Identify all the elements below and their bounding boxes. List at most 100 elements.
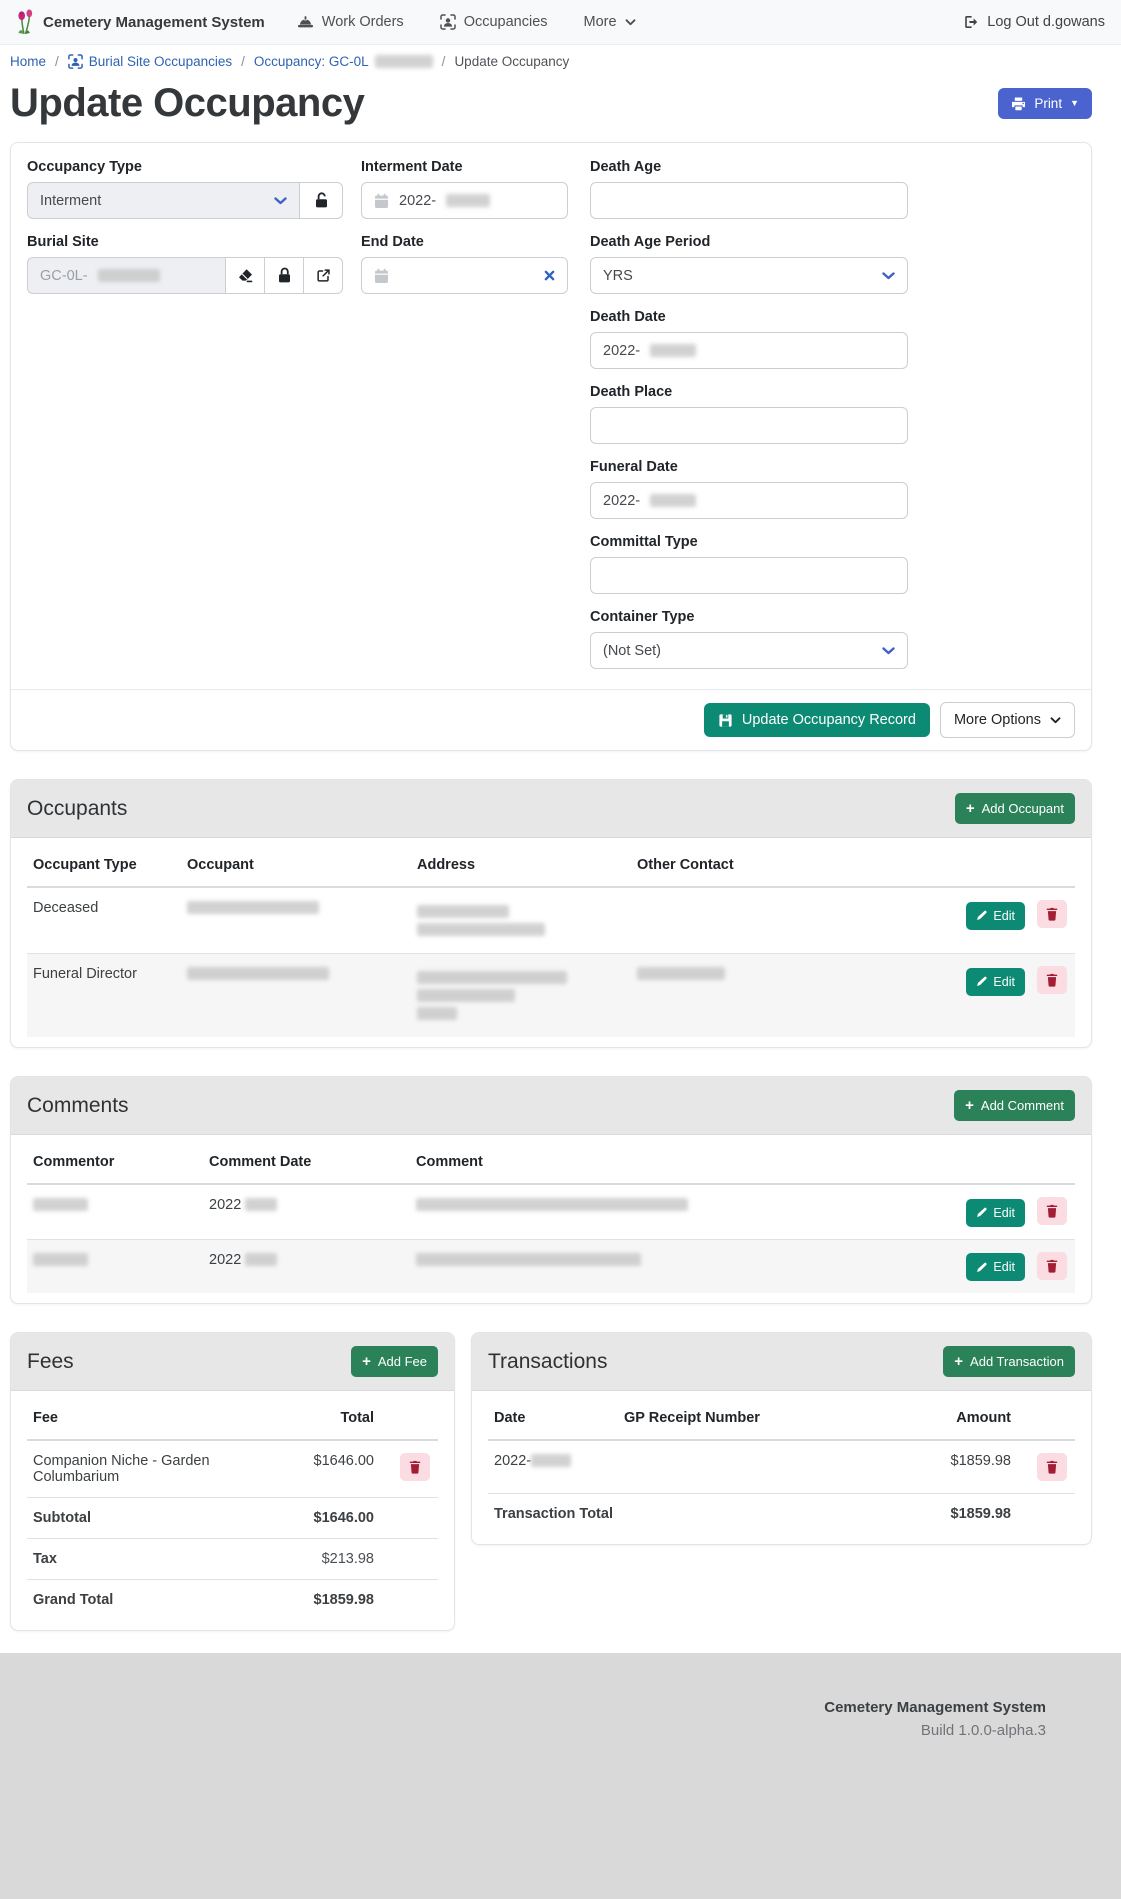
fee-total-cell: $1646.00 (306, 1440, 382, 1498)
occupancy-type-select[interactable]: Interment (27, 182, 300, 219)
subtotal-label: Subtotal (27, 1498, 306, 1539)
column-header: Amount (878, 1397, 1019, 1440)
comment-date-cell: 2022 (201, 1239, 408, 1293)
edit-occupant-button[interactable]: Edit (966, 968, 1025, 996)
logout-label: Log Out d.gowans (987, 14, 1105, 30)
fees-table: Fee Total Companion Niche - Garden Colum… (27, 1397, 438, 1620)
x-clear-icon (544, 270, 555, 281)
transaction-amount-cell: $1859.98 (878, 1440, 1019, 1494)
edit-comment-button[interactable]: Edit (966, 1199, 1025, 1227)
update-occupancy-record-button[interactable]: Update Occupancy Record (704, 703, 930, 737)
occupants-table: Occupant Type Occupant Address Other Con… (27, 844, 1075, 1037)
print-button[interactable]: Print ▼ (998, 88, 1092, 119)
add-comment-button[interactable]: + Add Comment (954, 1090, 1075, 1121)
brand-link[interactable]: Cemetery Management System (16, 9, 265, 36)
death-place-input[interactable] (590, 407, 908, 444)
death-age-input[interactable] (590, 182, 908, 219)
burial-site-lock-button[interactable] (264, 257, 304, 294)
fees-title: Fees (27, 1350, 74, 1374)
plus-icon: + (362, 1354, 371, 1369)
gp-receipt-cell (616, 1440, 878, 1494)
comment-cell (408, 1239, 883, 1293)
end-date-label: End Date (361, 234, 568, 250)
add-fee-button[interactable]: + Add Fee (351, 1346, 438, 1377)
breadcrumb-occupancy[interactable]: Occupancy: GC-0L (254, 54, 433, 69)
edit-occupant-button[interactable]: Edit (966, 902, 1025, 930)
redacted-text (245, 1253, 277, 1266)
container-type-select[interactable]: (Not Set) (590, 632, 908, 669)
occupancy-type-label: Occupancy Type (27, 159, 343, 175)
tulip-logo-icon (16, 9, 35, 36)
redacted-text (245, 1198, 277, 1211)
delete-comment-button[interactable] (1037, 1197, 1067, 1225)
nav-occupancies[interactable]: Occupancies (440, 14, 548, 30)
redacted-text (531, 1454, 571, 1467)
summary-row: Subtotal $1646.00 (27, 1498, 438, 1539)
add-transaction-button[interactable]: + Add Transaction (943, 1346, 1075, 1377)
column-header: Other Contact (629, 844, 829, 887)
page-title: Update Occupancy (10, 81, 364, 126)
delete-comment-button[interactable] (1037, 1252, 1067, 1280)
death-date-input[interactable]: 2022- (590, 332, 908, 369)
edit-label: Edit (993, 1260, 1015, 1274)
comment-date-cell: 2022 (201, 1184, 408, 1239)
committal-type-input[interactable] (590, 557, 908, 594)
burial-site-open-button[interactable] (303, 257, 343, 294)
breadcrumb-burial-site-occupancies[interactable]: Burial Site Occupancies (68, 54, 232, 69)
add-occupant-button[interactable]: + Add Occupant (955, 793, 1075, 824)
occupant-name-cell (179, 887, 409, 954)
table-row: 2022 Edit (27, 1184, 1075, 1239)
interment-date-input[interactable]: 2022- (361, 182, 568, 219)
redacted-text (416, 1253, 641, 1266)
occupancy-type-unlock-button[interactable] (299, 182, 343, 219)
app-title: Cemetery Management System (43, 14, 265, 31)
death-age-period-select[interactable]: YRS (590, 257, 908, 294)
end-date-clear-button[interactable] (544, 270, 555, 281)
end-date-input[interactable] (361, 257, 568, 294)
portrait-icon (68, 54, 83, 69)
footer-app-title: Cemetery Management System (10, 1699, 1046, 1716)
breadcrumb-separator: / (442, 54, 446, 69)
transaction-total-label: Transaction Total (488, 1494, 878, 1535)
transaction-total-value: $1859.98 (878, 1494, 1019, 1535)
breadcrumb: Home / Burial Site Occupanc (10, 45, 1092, 73)
funeral-date-input[interactable]: 2022- (590, 482, 908, 519)
commentor-cell (27, 1239, 201, 1293)
nav-work-orders[interactable]: Work Orders (297, 14, 404, 30)
burial-site-clear-button[interactable] (225, 257, 265, 294)
column-header: Comment Date (201, 1141, 408, 1184)
redacted-text (446, 194, 490, 207)
breadcrumb-home[interactable]: Home (10, 54, 46, 69)
chevron-down-icon (1050, 717, 1061, 724)
nav-more[interactable]: More (584, 14, 636, 30)
column-header: Occupant (179, 844, 409, 887)
add-comment-label: Add Comment (981, 1098, 1064, 1113)
comments-table: Commentor Comment Date Comment 2022 (27, 1141, 1075, 1293)
breadcrumb-occupancy-label: Occupancy: GC-0L (254, 54, 369, 69)
column-header: Date (488, 1397, 616, 1440)
more-options-button[interactable]: More Options (940, 702, 1075, 738)
table-row: Deceased Edit (27, 887, 1075, 954)
redacted-text (187, 967, 329, 980)
delete-occupant-button[interactable] (1037, 966, 1067, 994)
transactions-table: Date GP Receipt Number Amount 2022- $185… (488, 1397, 1075, 1534)
summary-row: Grand Total $1859.98 (27, 1580, 438, 1621)
trash-icon (1046, 907, 1058, 921)
trash-icon (1046, 1460, 1058, 1474)
external-link-icon (316, 268, 331, 283)
page: Cemetery Management System Work Orders (0, 0, 1121, 1899)
breadcrumb-separator: / (241, 54, 245, 69)
comments-section: Comments + Add Comment Commentor Comment… (10, 1076, 1092, 1304)
delete-occupant-button[interactable] (1037, 900, 1067, 928)
edit-comment-button[interactable]: Edit (966, 1253, 1025, 1281)
death-age-label: Death Age (590, 159, 908, 175)
breadcrumb-current: Update Occupancy (454, 54, 569, 69)
grand-total-label: Grand Total (27, 1580, 306, 1621)
occupant-contact-cell (629, 887, 829, 954)
redacted-text (33, 1198, 88, 1211)
redacted-text (417, 989, 515, 1002)
delete-fee-button[interactable] (400, 1453, 430, 1481)
delete-transaction-button[interactable] (1037, 1453, 1067, 1481)
logout-link[interactable]: Log Out d.gowans (963, 14, 1105, 30)
redacted-text (187, 901, 319, 914)
